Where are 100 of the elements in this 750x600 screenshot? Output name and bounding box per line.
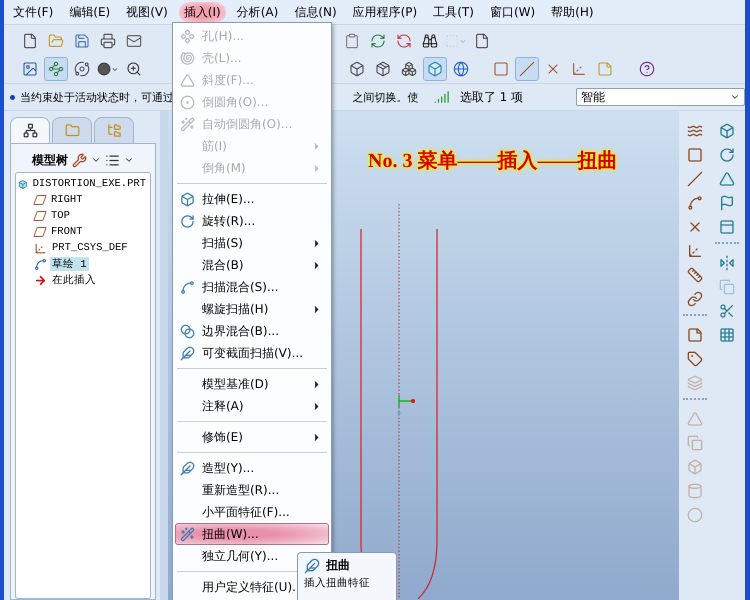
- menu-item[interactable]: 扭曲(W)...: [175, 523, 329, 545]
- rotate-icon: [719, 147, 735, 163]
- menu-item[interactable]: 注释(A): [175, 395, 329, 417]
- menu-title[interactable]: 窗口(W): [484, 2, 540, 22]
- menu-title[interactable]: 文件(F): [8, 2, 58, 22]
- envelope-icon: [126, 33, 142, 49]
- filter-dropdown[interactable]: 智能: [576, 88, 745, 106]
- curve-icon: [687, 195, 703, 211]
- file-icon: [22, 33, 38, 49]
- folder-icon: [48, 33, 64, 49]
- menu-title[interactable]: 插入(I): [178, 2, 226, 22]
- tree-item[interactable]: TOP: [49, 210, 72, 222]
- selection-count: 选取了 1 项: [460, 88, 524, 106]
- coordinate-system-icon: [34, 242, 47, 254]
- tree-item[interactable]: DISTORTION_EXE.PRT: [30, 178, 148, 190]
- wand-icon: [180, 526, 195, 542]
- layers-icon: [687, 375, 703, 391]
- triangle-icon: [687, 411, 703, 427]
- save-icon: [74, 33, 90, 49]
- help-icon: [639, 61, 655, 77]
- tree-item[interactable]: PRT_CSYS_DEF: [50, 242, 130, 254]
- menu-item[interactable]: 模型基准(D): [175, 373, 329, 395]
- menu-item[interactable]: 扫描(S): [175, 232, 329, 254]
- tree-item[interactable]: 草绘 1: [50, 257, 89, 271]
- wand-icon: [180, 116, 195, 132]
- cube-wireframe-icon: [349, 61, 365, 77]
- box-icon: [180, 192, 195, 206]
- rotate-icon: [180, 214, 195, 228]
- menu-item[interactable]: 拉伸(E)...: [175, 188, 329, 210]
- shaded-cube-icon: [427, 61, 443, 77]
- chain-link-icon: [687, 291, 703, 307]
- plane-icon: [687, 147, 703, 163]
- triangle-icon: [719, 171, 735, 187]
- status-message: 之间切换。使: [352, 90, 418, 104]
- sketch-icon: [34, 258, 47, 270]
- menu-item[interactable]: 旋转(R)...: [175, 210, 329, 232]
- zoom-in-icon: [126, 61, 142, 77]
- clipboard-icon: [344, 33, 360, 49]
- panel-tab[interactable]: [10, 117, 50, 143]
- menu-item[interactable]: 螺旋扫描(H): [175, 298, 329, 320]
- feather-icon: [180, 460, 195, 476]
- tree-item[interactable]: 在此插入: [50, 273, 98, 287]
- menu-item[interactable]: 重新造型(R)...: [175, 479, 329, 501]
- bullet-icon: [10, 94, 15, 100]
- tree-item[interactable]: RIGHT: [49, 194, 85, 206]
- coordinate-system-icon: [571, 61, 587, 77]
- copy-icon: [687, 435, 703, 451]
- tooltip-description: 插入扭曲特征: [304, 576, 371, 589]
- blend-icon: [180, 324, 195, 338]
- status-message: 当约束处于活动状态时，可通过: [20, 90, 174, 104]
- cube-icon: [401, 61, 417, 77]
- circle-icon: [687, 507, 703, 523]
- plane-icon: [493, 61, 509, 77]
- menu-title[interactable]: 信息(N): [289, 2, 342, 22]
- tree-icon: [22, 123, 38, 138]
- file-icon: [474, 33, 490, 49]
- mirror-icon: [719, 255, 735, 271]
- menu-title[interactable]: 编辑(E): [64, 2, 116, 22]
- menu-item[interactable]: 扫描混合(S)...: [175, 276, 329, 298]
- printer-icon: [100, 33, 116, 49]
- tree-item[interactable]: FRONT: [49, 226, 85, 238]
- cylinder-icon: [687, 483, 703, 499]
- wave-icon: [687, 123, 703, 139]
- menu-item[interactable]: 可变截面扫描(V)...: [175, 342, 329, 364]
- refresh-icon: [396, 33, 412, 49]
- list-icon[interactable]: [105, 152, 120, 168]
- feather-icon: [304, 558, 320, 574]
- curve-icon: [180, 280, 195, 294]
- selection-box-icon: [445, 33, 460, 49]
- menu-item[interactable]: 混合(B): [175, 254, 329, 276]
- plane-icon: [32, 194, 48, 206]
- menu-title[interactable]: 分析(A): [232, 2, 284, 22]
- sphere-icon: [97, 61, 112, 77]
- plane-icon: [32, 210, 48, 222]
- tools-icon[interactable]: [72, 152, 87, 168]
- coordinate-system-icon: [687, 243, 703, 259]
- feather-icon: [180, 346, 195, 360]
- folder-icon: [64, 123, 80, 138]
- menu-title[interactable]: 工具(T): [428, 2, 479, 22]
- note-icon: [687, 327, 703, 343]
- menu-item[interactable]: 小平面特征(F)...: [175, 501, 329, 523]
- menu-item[interactable]: 边界混合(B)...: [175, 320, 329, 342]
- axis-icon: [519, 61, 535, 77]
- box-icon: [687, 459, 703, 475]
- ruler-icon: [687, 267, 703, 283]
- panel-icon: [719, 219, 735, 235]
- panel-title: 模型树: [32, 152, 68, 168]
- box-icon: [719, 123, 735, 139]
- menu-item[interactable]: 修饰(E): [175, 426, 329, 448]
- folder-tree-icon: [106, 123, 122, 138]
- scissors-icon: [719, 303, 735, 319]
- menu-title[interactable]: 帮助(H): [546, 2, 599, 22]
- axis-icon: [687, 171, 703, 187]
- picture-icon: [22, 61, 38, 77]
- menu-item[interactable]: 造型(Y)...: [175, 457, 329, 479]
- flag-icon: [719, 195, 735, 211]
- menu-title[interactable]: 视图(V): [121, 2, 173, 22]
- globe-icon: [453, 61, 469, 77]
- menu-title[interactable]: 应用程序(P): [348, 2, 422, 22]
- plane-icon: [32, 226, 48, 238]
